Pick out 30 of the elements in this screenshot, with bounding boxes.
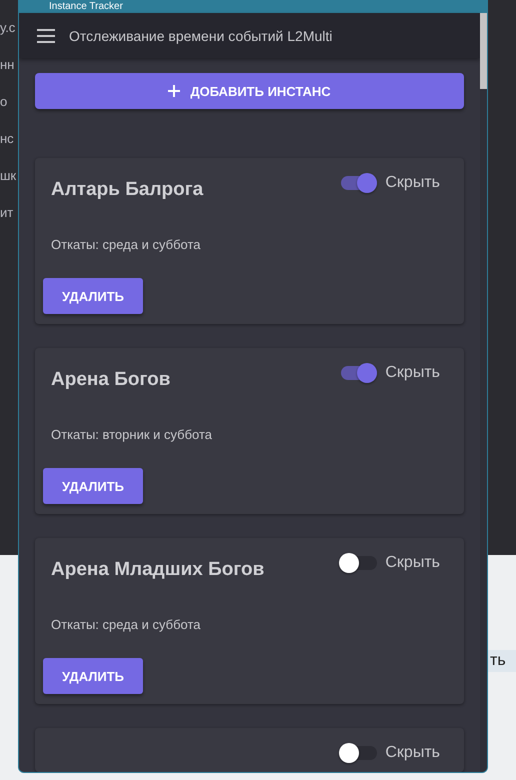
- reset-days-text: Откаты: среда и суббота: [50, 237, 202, 252]
- delete-button[interactable]: УДАЛИТЬ: [43, 658, 143, 694]
- reset-days-text: Откаты: вторник и суббота: [50, 427, 214, 442]
- reset-days-text: Откаты: среда и суббота: [50, 617, 202, 632]
- delete-button[interactable]: УДАЛИТЬ: [43, 468, 143, 504]
- hide-label: Скрыть: [385, 554, 440, 572]
- hide-toggle[interactable]: [341, 556, 378, 570]
- background-text: нс: [0, 131, 15, 146]
- instance-name: Арена Богов: [51, 369, 170, 391]
- hide-label: Скрыть: [385, 364, 440, 382]
- background-text: ит: [0, 205, 14, 220]
- add-instance-button[interactable]: ДОБАВИТЬ ИНСТАНС: [35, 73, 464, 109]
- hide-label: Скрыть: [385, 174, 440, 192]
- background-text: ть: [488, 650, 516, 672]
- background-text: о: [0, 94, 8, 109]
- scrollbar[interactable]: [480, 13, 487, 772]
- app-title: Отслеживание времени событий L2Multi: [69, 28, 332, 44]
- hide-toggle[interactable]: [341, 366, 378, 380]
- hide-toggle[interactable]: [341, 746, 378, 760]
- background-text: шк: [0, 168, 18, 183]
- window-title: Instance Tracker: [19, 0, 487, 13]
- hide-toggle[interactable]: [341, 176, 378, 190]
- plus-icon: [168, 85, 180, 97]
- instance-name: Арена Младших Богов: [51, 559, 264, 581]
- menu-icon[interactable]: [37, 28, 55, 42]
- instance-name: Алтарь Балрога: [51, 179, 204, 201]
- hide-label: Скрыть: [385, 744, 440, 762]
- background-text: нн: [0, 57, 16, 72]
- delete-button[interactable]: УДАЛИТЬ: [43, 278, 143, 314]
- background-text: у.с: [0, 20, 16, 35]
